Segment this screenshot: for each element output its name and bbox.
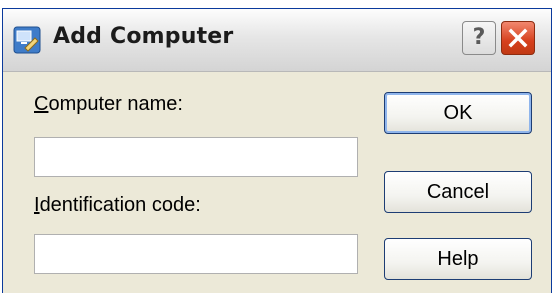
ok-button[interactable]: OK: [384, 92, 532, 134]
title-bar[interactable]: Add Computer ?: [3, 9, 551, 72]
close-icon: [508, 28, 528, 48]
add-computer-icon: [13, 26, 41, 54]
add-computer-dialog: Add Computer ? Computer name: Identifica…: [2, 8, 552, 293]
identification-code-input[interactable]: [34, 234, 358, 274]
close-button[interactable]: [501, 21, 535, 55]
computer-name-label: Computer name:: [34, 93, 183, 115]
title-help-button[interactable]: ?: [462, 21, 496, 55]
cancel-button[interactable]: Cancel: [384, 171, 532, 213]
computer-name-input[interactable]: [34, 137, 358, 177]
help-button[interactable]: Help: [384, 238, 532, 280]
dialog-title: Add Computer: [53, 24, 234, 49]
identification-code-label: Identification code:: [34, 194, 201, 216]
